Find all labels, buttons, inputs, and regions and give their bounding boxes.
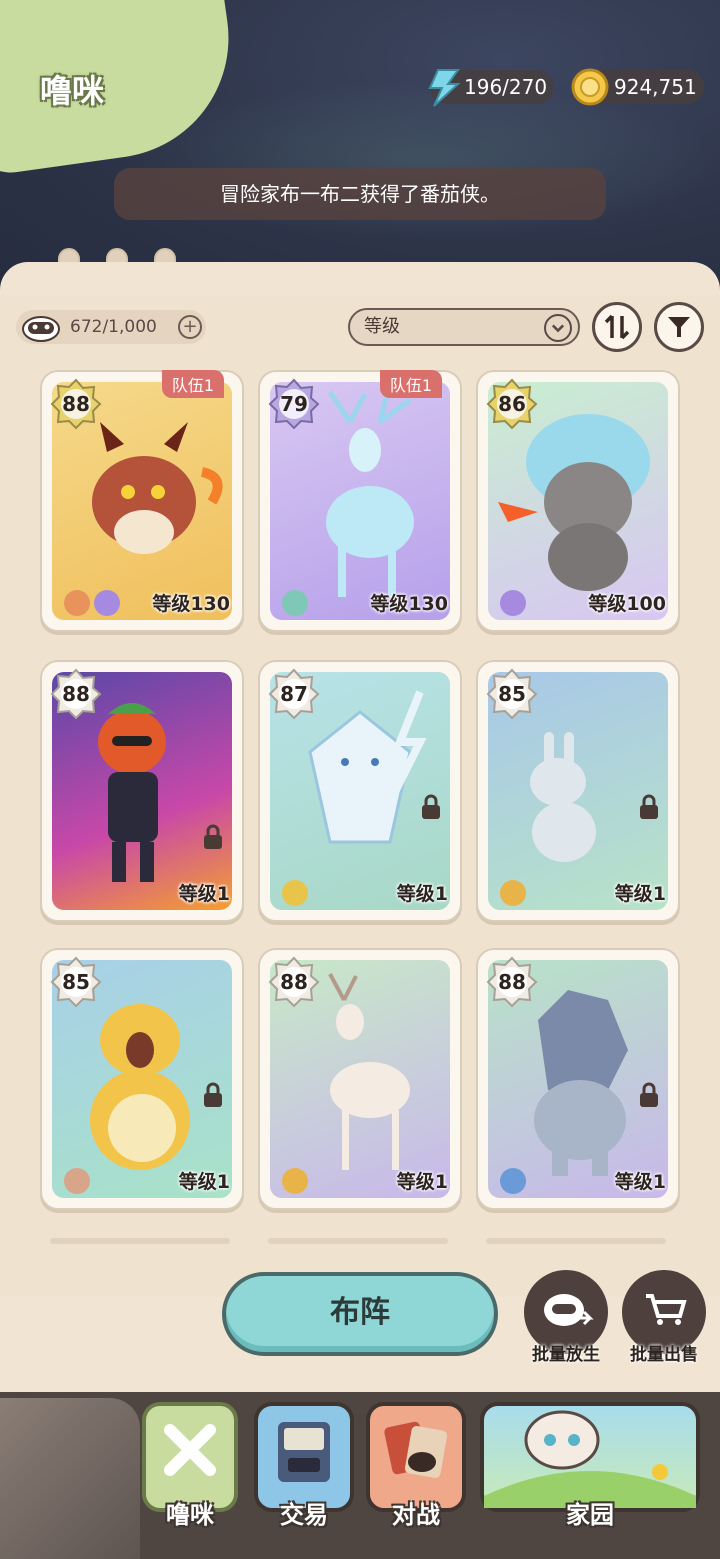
lock-icon — [640, 1082, 658, 1107]
rarity-badge: 88 — [268, 956, 320, 1008]
filter-funnel-icon — [668, 317, 690, 337]
element-icon — [500, 880, 526, 906]
tab-label: 家园 — [566, 1501, 614, 1529]
fire-element-icon — [64, 590, 90, 616]
batch-sell-button[interactable]: 批量出售 — [622, 1270, 706, 1365]
coin-value: 924,751 — [614, 75, 697, 99]
lock-icon — [422, 794, 440, 819]
rarity-badge: 85 — [486, 668, 538, 720]
card-level: 等级130 — [152, 593, 230, 615]
page-title: 噜咪 — [40, 72, 105, 110]
tab-label: 噜咪 — [166, 1501, 214, 1529]
sort-order-button[interactable] — [592, 302, 642, 352]
batch-sell-label: 批量出售 — [630, 1345, 698, 1365]
batch-release-label: 批量放生 — [532, 1345, 600, 1365]
home-garden-icon — [484, 1410, 696, 1508]
tab-label: 交易 — [280, 1501, 328, 1529]
nav-decoration — [0, 1398, 140, 1559]
pet-card[interactable]: 85 等级1 — [40, 948, 244, 1210]
chevron-down-icon — [544, 314, 572, 342]
skill-icon — [94, 590, 120, 616]
lock-icon — [204, 824, 222, 849]
card-level: 等级1 — [396, 1171, 448, 1193]
element-icon — [282, 1168, 308, 1194]
next-row-peek — [50, 1238, 666, 1244]
rarity-badge: 87 — [268, 668, 320, 720]
cat-face-icon — [22, 316, 60, 342]
notification-toast: 冒险家布一布二获得了番茄侠。 — [114, 168, 606, 220]
pet-card[interactable]: 85 等级1 — [476, 660, 680, 922]
card-level: 等级1 — [614, 883, 666, 905]
team-tag: 队伍1 — [161, 370, 224, 398]
team-tag: 队伍1 — [379, 370, 442, 398]
tab-trade[interactable]: 交易 — [254, 1402, 354, 1529]
add-slots-button[interactable]: + — [178, 315, 202, 339]
rarity-badge: 88 — [486, 956, 538, 1008]
filter-button[interactable] — [654, 302, 704, 352]
pet-card[interactable]: 88 队伍1 等级130 — [40, 370, 244, 632]
shopping-cart-icon — [646, 1294, 687, 1325]
card-level: 等级1 — [396, 883, 448, 905]
water-element-icon — [500, 1168, 526, 1194]
collection-count: 672/1,000 + — [16, 310, 206, 344]
tab-home[interactable]: 家园 — [480, 1402, 700, 1529]
trade-machine-icon — [278, 1422, 330, 1482]
sort-selected-value: 等级 — [364, 316, 400, 337]
card-level: 等级1 — [178, 883, 230, 905]
energy-value: 196/270 — [464, 75, 548, 99]
collection-count-value: 672/1,000 — [70, 317, 157, 337]
card-level: 等级1 — [614, 1171, 666, 1193]
release-cat-icon — [544, 1294, 594, 1326]
earth-element-icon — [64, 1168, 90, 1194]
ice-element-icon — [282, 590, 308, 616]
rarity-badge: 86 — [486, 378, 538, 430]
rarity-badge: 88 — [50, 668, 102, 720]
card-level: 等级1 — [178, 1171, 230, 1193]
batch-release-button[interactable]: 批量放生 — [524, 1270, 608, 1365]
card-level: 等级130 — [370, 593, 448, 615]
pet-card[interactable]: 79 队伍1 等级130 — [258, 370, 462, 632]
lock-icon — [640, 794, 658, 819]
rarity-badge: 79 — [268, 378, 320, 430]
tab-lumi[interactable]: 噜咪 — [142, 1402, 238, 1529]
rarity-badge: 88 — [50, 378, 102, 430]
energy-crystal-icon — [428, 69, 461, 107]
lock-icon — [204, 1082, 222, 1107]
sort-dropdown[interactable]: 等级 — [348, 308, 580, 346]
battle-cards-icon — [384, 1421, 448, 1478]
tab-label: 对战 — [392, 1501, 440, 1529]
lightning-element-icon — [282, 880, 308, 906]
rarity-badge: 85 — [50, 956, 102, 1008]
coin-icon — [571, 68, 609, 106]
pet-card[interactable]: 86 等级100 — [476, 370, 680, 632]
pet-card[interactable]: 88 等级1 — [40, 660, 244, 922]
sort-arrows-icon — [604, 314, 630, 340]
pet-card[interactable]: 88 等级1 — [258, 948, 462, 1210]
energy-counter[interactable]: 196/270 — [428, 69, 554, 107]
pet-card[interactable]: 87 等级1 — [258, 660, 462, 922]
coin-counter[interactable]: 924,751 — [571, 68, 704, 106]
skill-icon — [500, 590, 526, 616]
pet-card[interactable]: 88 等级1 — [476, 948, 680, 1210]
close-x-icon — [164, 1424, 216, 1476]
deploy-button[interactable]: 布阵 — [222, 1272, 498, 1356]
card-level: 等级100 — [588, 593, 666, 615]
tab-battle[interactable]: 对战 — [366, 1402, 466, 1529]
